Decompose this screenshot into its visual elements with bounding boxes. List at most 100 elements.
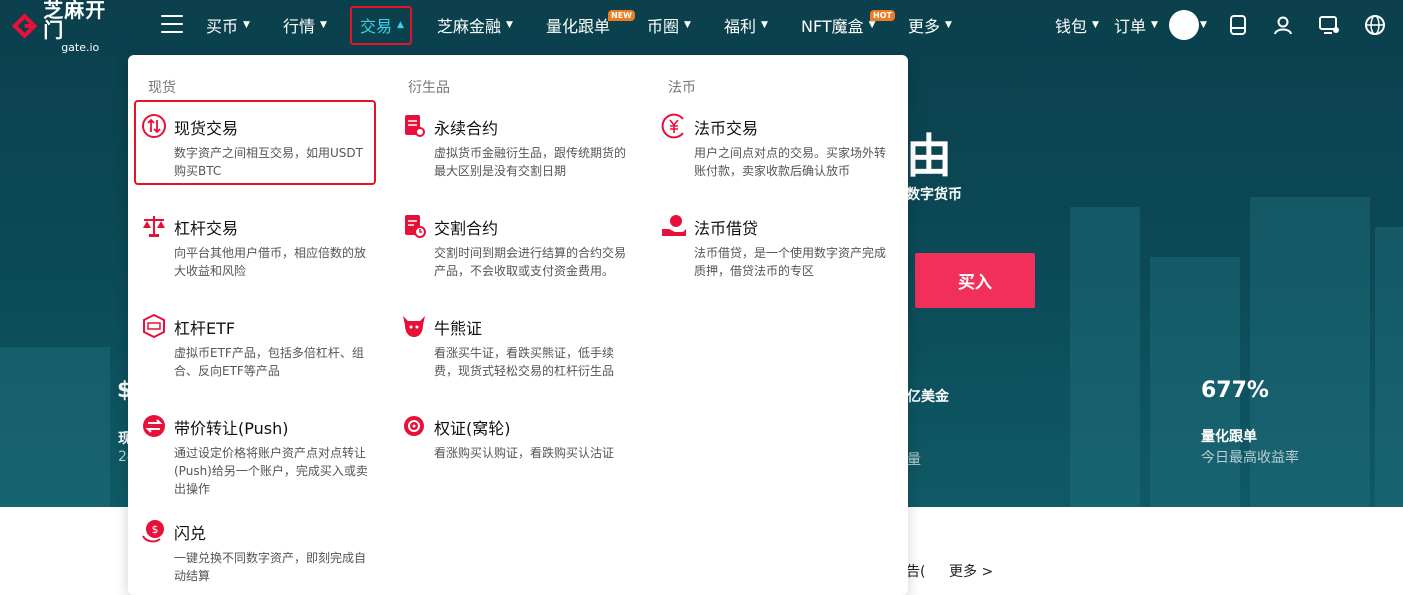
- logo[interactable]: 芝麻开门 gate.io: [10, 0, 125, 53]
- menu-item-desc: 法币借贷，是一个使用数字资产完成质押，借贷法币的专区: [694, 246, 887, 278]
- nav-trade-highlight: [350, 6, 412, 45]
- delivery-contract-icon: [405, 215, 426, 238]
- menu-item-desc: 用户之间点对点的交易。买家场外转账付款，卖家收款后确认放币: [694, 146, 887, 178]
- nav-more[interactable]: 更多 ▼: [908, 0, 952, 50]
- menu-item-flash-swap[interactable]: $ 闪兑 一键兑换不同数字资产，即刻完成自动结算: [141, 518, 373, 590]
- settings-monitor-icon[interactable]: [1318, 14, 1340, 36]
- menu-item-title: 杠杆ETF: [174, 319, 236, 338]
- menu-item-title: 带价转让(Push): [174, 419, 289, 438]
- menu-item-title: 权证(窝轮): [434, 419, 511, 438]
- caret-down-icon[interactable]: ▼: [1200, 20, 1207, 30]
- nav-markets[interactable]: 行情 ▼: [283, 0, 327, 50]
- menu-item-title: 牛熊证: [434, 319, 483, 338]
- column-title-derivatives: 衍生品: [408, 80, 450, 96]
- caret-down-icon: ▼: [320, 20, 327, 30]
- yen-exchange-icon: [661, 113, 684, 139]
- nav-buy-crypto[interactable]: 买币 ▼: [206, 0, 250, 50]
- caret-down-icon: ▼: [506, 20, 513, 30]
- nav-label: NFT魔盒: [801, 17, 864, 36]
- menu-item-desc: 向平台其他用户借币，相应倍数的放大收益和风险: [174, 246, 367, 278]
- stat-sub-mid: 量: [907, 452, 921, 468]
- nav-label: 行情: [283, 17, 316, 36]
- stat-sub-right: 今日最高收益率: [1201, 450, 1299, 466]
- logo-text-cn: 芝麻开门: [43, 0, 107, 42]
- stat-value-right: 677%: [1201, 378, 1269, 403]
- scale-icon: [143, 216, 165, 237]
- hero-subtitle: 数字货币: [906, 187, 962, 203]
- menu-icon[interactable]: [161, 15, 183, 33]
- menu-item-desc: 虚拟货币金融衍生品，跟传统期货的最大区别是没有交割日期: [434, 146, 627, 178]
- menu-item-fiat-loan[interactable]: 法币借贷 法币借贷，是一个使用数字资产完成质押，借贷法币的专区: [661, 213, 893, 285]
- svg-text:$: $: [152, 523, 159, 536]
- menu-item-desc: 看涨买牛证，看跌买熊证，低手续费，现货式轻松交易的杠杆衍生品: [434, 346, 615, 378]
- column-title-spot: 现货: [148, 80, 176, 96]
- hot-badge: HOT: [870, 10, 895, 21]
- menu-item-desc: 一键兑换不同数字资产，即刻完成自动结算: [174, 551, 367, 583]
- bull-bear-icon: [403, 316, 425, 337]
- nav-label: 订单: [1114, 17, 1147, 36]
- caret-down-icon: ▼: [868, 20, 876, 30]
- app-download-icon[interactable]: [1227, 14, 1249, 36]
- menu-item-title: 永续合约: [434, 119, 499, 138]
- avatar[interactable]: [1169, 10, 1199, 40]
- hero-decoration: [1375, 227, 1403, 507]
- spot-trading-highlight: [134, 100, 376, 185]
- menu-item-margin-trading[interactable]: 杠杆交易 向平台其他用户借币，相应倍数的放大收益和风险: [141, 213, 373, 285]
- menu-item-title: 闪兑: [174, 524, 207, 543]
- caret-down-icon: ▼: [684, 20, 691, 30]
- warrant-icon: [404, 416, 424, 436]
- menu-item-desc: 虚拟币ETF产品，包括多倍杠杆、组合、反向ETF等产品: [174, 346, 364, 378]
- caret-down-icon: ▼: [1151, 20, 1158, 30]
- nav-rewards[interactable]: 福利 ▼: [724, 0, 768, 50]
- stat-value-mid: 亿美金: [907, 389, 949, 405]
- fiat-loan-icon: [662, 215, 686, 236]
- nav-finance[interactable]: 芝麻金融 ▼: [437, 0, 513, 50]
- menu-item-delivery-contract[interactable]: 交割合约 交割时间到期会进行结算的合约交易产品，不会收取或支付资金费用。: [401, 213, 633, 285]
- etf-icon: [143, 313, 165, 339]
- stat-label-right: 量化跟单: [1201, 429, 1257, 445]
- nav-label: 量化跟单: [546, 17, 611, 36]
- globe-icon[interactable]: [1364, 14, 1386, 36]
- buy-button[interactable]: 买入: [915, 253, 1035, 308]
- nav-wallet[interactable]: 钱包 ▼: [1055, 0, 1099, 50]
- nav-label: 币圈: [647, 17, 680, 36]
- menu-item-fiat-trading[interactable]: 法币交易 用户之间点对点的交易。买家场外转账付款，卖家收款后确认放币: [661, 113, 893, 185]
- top-nav: 芝麻开门 gate.io 买币 ▼ 行情 ▼ 交易 ▲ 芝麻金融 ▼ 量化跟单 NEW …: [0, 0, 1403, 53]
- menu-item-bull-bear[interactable]: 牛熊证 看涨买牛证，看跌买熊证，低手续费，现货式轻松交易的杠杆衍生品: [401, 313, 633, 385]
- menu-item-desc: 通过设定价格将账户资产点对点转让(Push)给另一个账户，完成买入或卖出操作: [174, 446, 368, 496]
- caret-down-icon: ▼: [1092, 20, 1099, 30]
- user-icon[interactable]: [1272, 14, 1294, 36]
- column-title-fiat: 法币: [668, 80, 696, 96]
- menu-item-desc: 看涨购买认购证，看跌购买认沽证: [434, 446, 615, 460]
- nav-label: 钱包: [1055, 17, 1088, 36]
- perpetual-contract-icon: [405, 115, 425, 137]
- nav-label: 更多: [908, 17, 941, 36]
- hero-title: 由: [906, 129, 952, 183]
- caret-down-icon: ▼: [761, 20, 768, 30]
- menu-item-title: 交割合约: [434, 219, 499, 238]
- announcement-fragment: 告(: [906, 564, 926, 580]
- menu-item-title: 法币借贷: [694, 219, 759, 238]
- flash-swap-icon: $: [142, 520, 164, 543]
- hero-decoration: [1070, 207, 1140, 507]
- gate-logo-icon: [11, 13, 38, 39]
- menu-item-desc: 交割时间到期会进行结算的合约交易产品，不会收取或支付资金费用。: [434, 246, 627, 278]
- hero-decoration: [0, 347, 110, 507]
- menu-item-perpetual-contract[interactable]: 永续合约 虚拟货币金融衍生品，跟传统期货的最大区别是没有交割日期: [401, 113, 633, 185]
- caret-down-icon: ▼: [243, 20, 250, 30]
- nav-label: 买币: [206, 17, 239, 36]
- nav-nft[interactable]: NFT魔盒 ▼: [801, 0, 876, 50]
- menu-item-title: 杠杆交易: [174, 219, 239, 238]
- menu-item-title: 法币交易: [694, 119, 759, 138]
- nav-community[interactable]: 币圈 ▼: [647, 0, 691, 50]
- menu-item-leveraged-etf[interactable]: 杠杆ETF 虚拟币ETF产品，包括多倍杠杆、组合、反向ETF等产品: [141, 313, 373, 385]
- menu-item-push-transfer[interactable]: 带价转让(Push) 通过设定价格将账户资产点对点转让(Push)给另一个账户，…: [141, 413, 373, 503]
- announcement-more-link[interactable]: 更多 >: [949, 561, 993, 581]
- menu-item-warrant[interactable]: 权证(窝轮) 看涨购买认购证，看跌购买认沽证: [401, 413, 633, 473]
- nav-label: 芝麻金融: [437, 17, 502, 36]
- nav-label: 福利: [724, 17, 757, 36]
- new-badge: NEW: [608, 10, 635, 21]
- nav-orders[interactable]: 订单 ▼: [1114, 0, 1158, 50]
- caret-down-icon: ▼: [945, 20, 952, 30]
- nav-copy-trading[interactable]: 量化跟单: [546, 0, 610, 50]
